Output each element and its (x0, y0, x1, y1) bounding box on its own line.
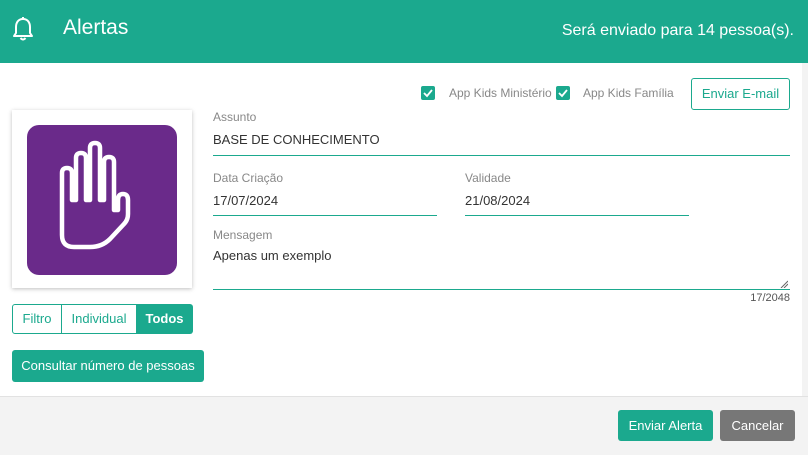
tab-individual[interactable]: Individual (62, 304, 137, 334)
subject-label: Assunto (213, 110, 257, 124)
check-icon (558, 89, 568, 98)
send-alert-button[interactable]: Enviar Alerta (618, 410, 713, 441)
hand-icon (27, 125, 177, 275)
char-counter: 17/2048 (750, 292, 790, 304)
app-kids-familia-checkbox[interactable] (556, 86, 570, 100)
created-date-label: Data Criação (213, 171, 284, 185)
created-date-underline (213, 215, 437, 216)
validity-label: Validade (465, 171, 511, 185)
send-email-button[interactable]: Enviar E-mail (691, 78, 790, 110)
consult-people-button[interactable]: Consultar número de pessoas (12, 350, 204, 382)
validity-underline (465, 215, 689, 216)
bell-icon (13, 17, 33, 41)
header-bar: Alertas Será enviado para 14 pessoa(s). (0, 0, 808, 63)
app-kids-ministerio-label: App Kids Ministério (449, 86, 552, 100)
tab-filtro[interactable]: Filtro (12, 304, 62, 334)
subject-input[interactable]: BASE DE CONHECIMENTO (213, 132, 380, 147)
cancel-button[interactable]: Cancelar (720, 410, 795, 441)
message-label: Mensagem (213, 228, 273, 242)
page-title: Alertas (63, 16, 129, 39)
check-icon (423, 89, 433, 98)
created-date-input[interactable]: 17/07/2024 (213, 193, 278, 208)
app-kids-familia-label: App Kids Família (583, 86, 674, 100)
alert-image-card (12, 110, 192, 288)
message-underline (213, 289, 790, 290)
audience-segmented-control: Filtro Individual Todos (12, 304, 193, 334)
message-textarea[interactable]: Apenas um exemplo (213, 248, 332, 263)
recipients-count-text: Será enviado para 14 pessoa(s). (561, 22, 794, 39)
subject-underline (213, 155, 790, 156)
app-kids-ministerio-checkbox[interactable] (421, 86, 435, 100)
resize-handle-icon[interactable] (780, 280, 788, 288)
scrollbar[interactable] (802, 63, 808, 396)
tab-todos[interactable]: Todos (137, 304, 193, 334)
validity-input[interactable]: 21/08/2024 (465, 193, 530, 208)
